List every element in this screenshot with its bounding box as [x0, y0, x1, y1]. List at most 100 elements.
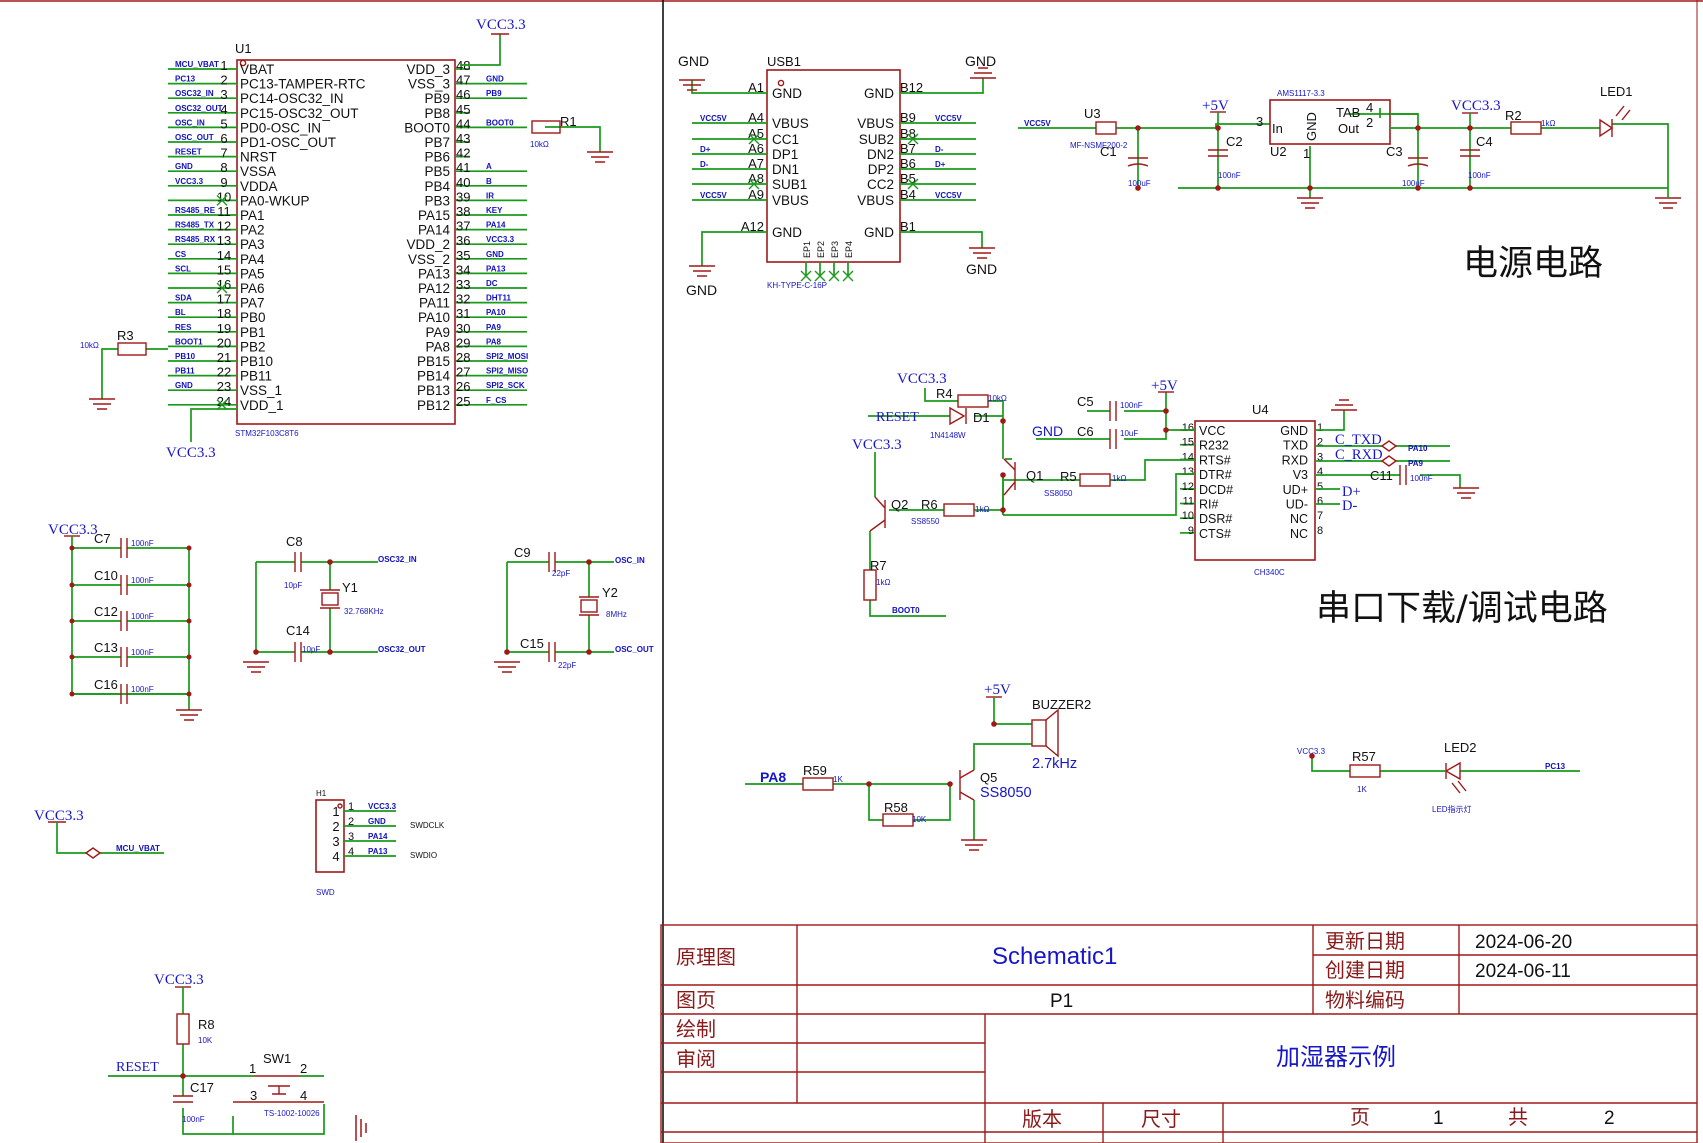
pin-name: PB6	[424, 150, 450, 165]
pin-number: 10	[1182, 510, 1194, 522]
u3-part: MF-NSMF200-2	[1070, 141, 1128, 150]
ch340-pin-10[interactable]: DSR# 10	[1180, 510, 1232, 526]
cap-c12[interactable]: C12 100nF	[69, 604, 192, 631]
usb-pin-EP1[interactable]: EP1	[800, 241, 812, 282]
cap-c13[interactable]: C13 100nF	[69, 640, 192, 667]
pin-name: RI#	[1199, 498, 1219, 512]
pin-name: DP1	[772, 147, 798, 162]
c9-value: 22pF	[552, 569, 570, 578]
ch340-pin-4[interactable]: V3 4	[1293, 466, 1323, 482]
resistor-r8[interactable]	[176, 1013, 190, 1045]
d1-part: 1N4148W	[930, 431, 966, 440]
osc32-out-net: OSC32_OUT	[378, 645, 426, 654]
usb-connector[interactable]: USB1 KH-TYPE-C-16P GNDA1 VBUS A4 VCC5V CC1 A5…	[692, 54, 976, 290]
resistor-r7[interactable]	[863, 569, 877, 601]
cap-ref: C12	[94, 604, 118, 619]
fuse-u3[interactable]	[1095, 121, 1117, 135]
resistor-r3[interactable]	[117, 342, 147, 356]
ch340-pin-9[interactable]: CTS# 9	[1180, 525, 1231, 541]
crystal-y1[interactable]	[321, 592, 339, 606]
pin-name: PA5	[240, 266, 265, 281]
pin-number: 25	[456, 394, 470, 409]
cap-c10[interactable]: C10 100nF	[69, 568, 192, 595]
usb-pin-A12[interactable]: GNDA12	[741, 219, 802, 240]
ground-icon	[175, 709, 203, 721]
r7-value: 1kΩ	[876, 578, 890, 587]
r59-value: 1K	[833, 775, 843, 784]
pin-number: 7	[1317, 510, 1323, 522]
pin-name: GND	[1280, 424, 1308, 438]
resistor-r6[interactable]	[943, 503, 975, 517]
pin-number: 4	[1317, 466, 1323, 478]
net-label: VCC3.3	[175, 177, 204, 186]
usb-pin-EP3[interactable]: EP3	[828, 241, 840, 282]
pin-number: 28	[456, 350, 470, 365]
usb-pin-EP2[interactable]: EP2	[814, 241, 826, 282]
pin-number: 36	[456, 233, 470, 248]
pin-number: 40	[456, 175, 470, 190]
resistor-r5[interactable]	[1079, 473, 1111, 487]
tb-created: 2024-06-11	[1475, 961, 1571, 982]
ch340-pin-15[interactable]: R232 15	[1180, 437, 1229, 453]
pin-name: PB4	[424, 179, 450, 194]
resistor-r57[interactable]	[1349, 764, 1381, 778]
net-label: PB9	[486, 89, 502, 98]
ch340-pin-12[interactable]: DCD# 12	[1180, 481, 1233, 497]
pin-name: VDD_1	[240, 398, 284, 413]
ch340-pin-2[interactable]: TXD 2	[1283, 437, 1323, 453]
resistor-r59[interactable]	[802, 777, 834, 791]
cap-value: 100nF	[131, 648, 154, 657]
power-section-title: 电源电路	[1463, 244, 1603, 284]
mcu-u1[interactable]: U1 STM32F103C8T6 VBAT 1MCU_VBAT PC13-TAMPE…	[168, 41, 528, 438]
pin-number: 34	[456, 262, 470, 277]
tb-label-created: 创建日期	[1325, 958, 1405, 982]
serial-circuit: U4 CH340C VCC16R23215RTS#14DTR#13DCD#12R…	[852, 371, 1480, 617]
swd-pin-1[interactable]: 1 1 VCC3.3	[332, 801, 396, 819]
buzzer-value: 2.7kHz	[1032, 756, 1077, 772]
pin-name: PC15-OSC32_OUT	[240, 106, 359, 121]
crystal-y2[interactable]	[580, 599, 598, 613]
cap-ref: C10	[94, 568, 118, 583]
resistor-r4[interactable]	[957, 394, 989, 408]
net-label: PA14	[486, 221, 506, 230]
pa10-net: PA10	[1408, 444, 1428, 453]
ch340-pin-3[interactable]: RXD 3	[1282, 451, 1324, 467]
pin-name: SUB1	[772, 177, 807, 192]
q2-ref: Q2	[891, 497, 908, 512]
usb-pin-B9[interactable]: VBUS B9 VCC5V	[857, 110, 976, 131]
net-label: D+	[935, 160, 946, 169]
net-label: BOOT1	[175, 337, 203, 346]
pin-number: 15	[1182, 437, 1194, 449]
c8-value: 10pF	[284, 581, 302, 590]
net-label: BL	[175, 308, 186, 317]
usb-pin-B12[interactable]: GND B12	[864, 80, 923, 101]
u2-pin-tab: TAB	[1336, 105, 1360, 120]
cap-c16[interactable]: C16 100nF	[69, 677, 192, 704]
resistor-r2[interactable]	[1510, 121, 1542, 135]
pin-number: 11	[217, 204, 231, 219]
pin-name: GND	[772, 86, 802, 101]
pin-name: NC	[1290, 512, 1308, 526]
u2-pin-gnd: GND	[1304, 112, 1319, 141]
usb-pin-B1[interactable]: GND B1	[864, 219, 916, 240]
vbat-link: VCC3.3 MCU_VBAT	[34, 808, 164, 859]
net-label: MCU_VBAT	[175, 60, 219, 69]
pin-name: PA0-WKUP	[240, 193, 310, 208]
vcc-label-pin48: VCC3.3	[476, 17, 526, 33]
net-label: GND	[486, 75, 504, 84]
ch340-pin-11[interactable]: RI# 11	[1180, 496, 1219, 512]
swd-header[interactable]: H1 SWD 1 1 VCC3.3 2 2 GND 3 3 PA14 SWDCLK 4 4 PA13 SW…	[315, 789, 445, 897]
junction-dot	[1467, 125, 1473, 131]
pin-number: A7	[748, 156, 764, 171]
ch340-pin-8[interactable]: NC 8	[1290, 525, 1323, 541]
usb-pin-A1[interactable]: GNDA1	[748, 80, 802, 101]
c5-ref: C5	[1077, 394, 1094, 409]
swd-pin-4[interactable]: 4 4 PA13 SWDIO	[332, 846, 437, 864]
resistor-r58[interactable]	[882, 813, 914, 827]
buzzer-body[interactable]	[1031, 719, 1047, 747]
usb-part: KH-TYPE-C-16P	[767, 281, 827, 290]
ch340-pin-7[interactable]: NC 7	[1290, 510, 1323, 526]
usb-pin-EP4[interactable]: EP4	[842, 241, 854, 282]
tb-label-review: 审阅	[676, 1047, 716, 1071]
junction-dot	[253, 649, 259, 655]
